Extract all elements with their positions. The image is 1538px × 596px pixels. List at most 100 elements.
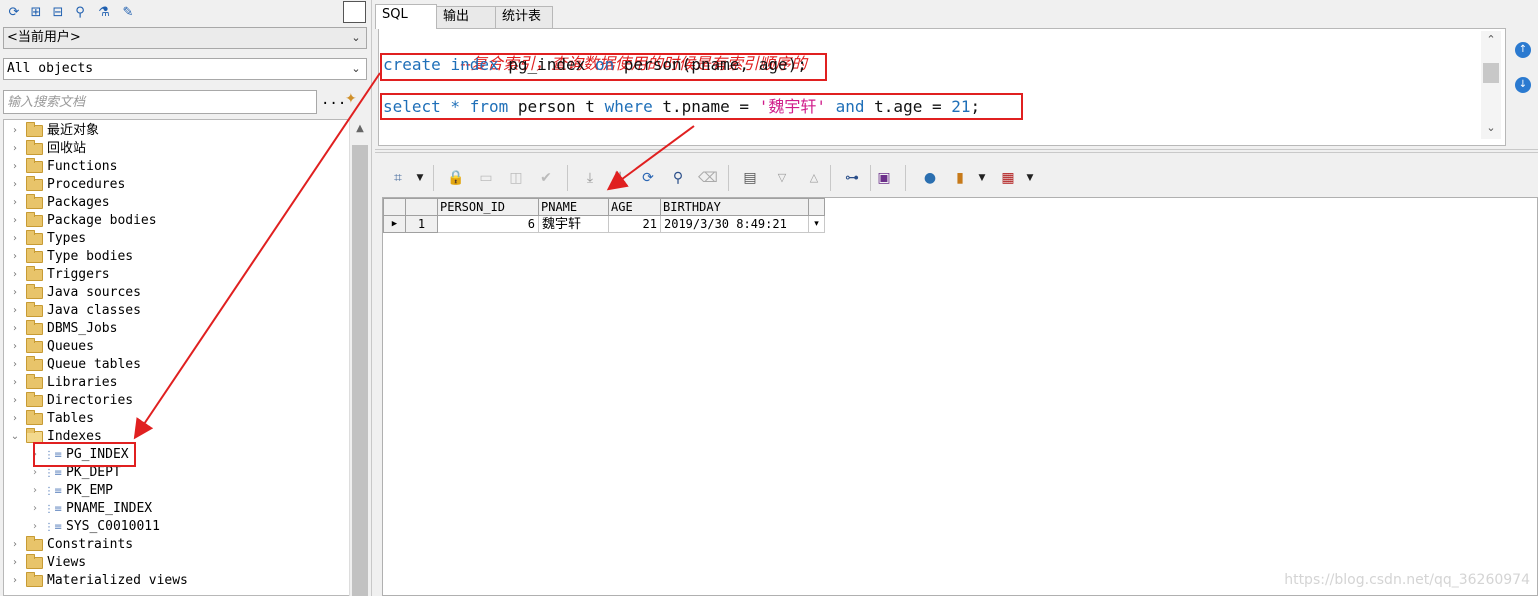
chevron-right-icon[interactable]: › [10, 320, 20, 338]
search-icon[interactable]: ✦ [345, 91, 367, 113]
single-record-view-icon[interactable]: ▤ [740, 168, 760, 188]
tab-sql[interactable]: SQL [375, 4, 437, 29]
collapse-all-icon[interactable]: ⊟ [49, 3, 67, 21]
cell-person-id[interactable]: 6 [437, 215, 539, 233]
chevron-down-icon[interactable]: ▼ [972, 168, 992, 188]
tree-item[interactable]: ⌄ Indexes [4, 428, 344, 446]
search-options-button[interactable]: ... [321, 93, 346, 111]
properties-icon[interactable]: ✎ [119, 3, 137, 21]
pane-splitter[interactable] [375, 149, 1538, 153]
scroll-up-icon[interactable]: ▲ [350, 123, 370, 134]
find-icon[interactable]: ⚲ [668, 168, 688, 188]
chevron-right-icon[interactable]: › [10, 572, 20, 590]
fetch-last-icon[interactable]: ⇊ [608, 168, 628, 188]
editor-scrollbar[interactable]: ⌃ ⌄ [1481, 31, 1501, 139]
tree-item[interactable]: › 回收站 [4, 140, 344, 158]
chevron-right-icon[interactable]: › [10, 536, 20, 554]
tree-scrollbar[interactable]: ▲ [349, 119, 369, 596]
filter-icon[interactable]: ⚗ [95, 3, 113, 21]
column-header[interactable]: PNAME [538, 198, 609, 216]
tree-item[interactable]: › Tables [4, 410, 344, 428]
next-record-icon[interactable]: ▽ [772, 168, 792, 188]
clear-icon[interactable]: ⌫ [698, 168, 718, 188]
tree-item[interactable]: › Package bodies [4, 212, 344, 230]
find-icon[interactable]: ⚲ [71, 3, 89, 21]
tree-item[interactable]: › Procedures [4, 176, 344, 194]
chevron-right-icon[interactable]: › [10, 212, 20, 230]
chevron-right-icon[interactable]: › [10, 248, 20, 266]
result-grid[interactable]: PERSON_ID PNAME AGE BIRTHDAY ▶ 1 6 魏宇轩 2… [382, 197, 1538, 596]
chevron-right-icon[interactable]: › [10, 122, 20, 140]
tree-item[interactable]: › Type bodies [4, 248, 344, 266]
scroll-up-icon[interactable]: ⌃ [1481, 33, 1501, 46]
post-changes-icon[interactable]: ✔ [536, 168, 556, 188]
next-arrow-icon[interactable]: ↓ [1515, 77, 1531, 93]
sql-editor[interactable]: --复合索引，查询数据使用的时候是有索引顺序的 create index pg_… [378, 28, 1506, 146]
search-input[interactable] [3, 90, 317, 114]
tree-item[interactable]: › Constraints [4, 536, 344, 554]
select-columns-icon[interactable]: ⌗ [388, 168, 408, 188]
chevron-right-icon[interactable]: › [10, 356, 20, 374]
chevron-right-icon[interactable]: › [10, 158, 20, 176]
tree-item-index[interactable]: › ⋮≡ PK_EMP [4, 482, 344, 500]
table-row[interactable]: ▶ 1 6 魏宇轩 21 2019/3/30 8:49:21 ▾ [383, 215, 825, 233]
tab-statistics[interactable]: 统计表 [495, 6, 553, 28]
chevron-right-icon[interactable]: › [10, 338, 20, 356]
object-tree[interactable]: › 最近对象 › 回收站 › Functions › Procedures › Packages ›… [3, 119, 349, 596]
tree-item[interactable]: › Directories [4, 392, 344, 410]
chevron-down-icon[interactable]: ▼ [410, 168, 430, 188]
cell-age[interactable]: 21 [608, 215, 661, 233]
chevron-down-icon[interactable]: ▼ [1020, 168, 1040, 188]
scroll-thumb[interactable] [1483, 63, 1499, 83]
column-header[interactable]: BIRTHDAY [660, 198, 809, 216]
tree-item[interactable]: › Materialized views [4, 572, 344, 590]
tree-item-index[interactable]: › ⋮≡ PK_DEPT [4, 464, 344, 482]
column-header[interactable]: AGE [608, 198, 661, 216]
chevron-right-icon[interactable]: › [10, 392, 20, 410]
chevron-right-icon[interactable]: › [10, 140, 20, 158]
chevron-down-icon[interactable]: ⌄ [10, 428, 20, 446]
chevron-right-icon[interactable]: › [10, 410, 20, 428]
tree-item[interactable]: › Java sources [4, 284, 344, 302]
tree-item[interactable]: › Triggers [4, 266, 344, 284]
expand-all-icon[interactable]: ⊞ [27, 3, 45, 21]
export-icon[interactable]: ● [920, 168, 940, 188]
chart-icon[interactable]: ▮ [950, 168, 970, 188]
tree-item-index[interactable]: › ⋮≡ SYS_C0010011 [4, 518, 344, 536]
lock-icon[interactable]: 🔒 [446, 168, 466, 188]
previous-arrow-icon[interactable]: ↑ [1515, 42, 1531, 58]
tree-item[interactable]: › Packages [4, 194, 344, 212]
column-header[interactable]: PERSON_ID [437, 198, 539, 216]
chevron-right-icon[interactable]: › [30, 500, 40, 518]
tree-item[interactable]: › Libraries [4, 374, 344, 392]
chevron-right-icon[interactable]: › [10, 554, 20, 572]
tree-item-index[interactable]: › ⋮≡ PNAME_INDEX [4, 500, 344, 518]
previous-record-icon[interactable]: △ [804, 168, 824, 188]
tree-item[interactable]: › Queue tables [4, 356, 344, 374]
tree-item[interactable]: › Types [4, 230, 344, 248]
insert-record-icon[interactable]: ▭ [476, 168, 496, 188]
chevron-right-icon[interactable]: › [10, 284, 20, 302]
tree-item[interactable]: › 最近对象 [4, 122, 344, 140]
chevron-right-icon[interactable]: › [10, 302, 20, 320]
cell-pname[interactable]: 魏宇轩 [538, 215, 609, 233]
tree-item[interactable]: › Queues [4, 338, 344, 356]
save-icon[interactable]: ▣ [874, 168, 894, 188]
chevron-right-icon[interactable]: › [30, 464, 40, 482]
object-filter-select[interactable]: All objects ⌄ [3, 58, 367, 80]
scroll-down-icon[interactable]: ⌄ [1481, 121, 1501, 134]
user-select[interactable]: <当前用户> ⌄ [3, 27, 367, 49]
cell-birthday[interactable]: 2019/3/30 8:49:21 [660, 215, 809, 233]
chevron-right-icon[interactable]: › [10, 266, 20, 284]
chevron-right-icon[interactable]: › [10, 374, 20, 392]
tree-item[interactable]: › Functions [4, 158, 344, 176]
refresh-icon[interactable]: ⟳ [5, 3, 23, 21]
fetch-next-icon[interactable]: ⤓ [580, 168, 600, 188]
chevron-right-icon[interactable]: › [10, 176, 20, 194]
delete-record-icon[interactable]: ◫ [506, 168, 526, 188]
chevron-right-icon[interactable]: › [30, 482, 40, 500]
tree-item[interactable]: › Views [4, 554, 344, 572]
tree-item[interactable]: › Java classes [4, 302, 344, 320]
tab-output[interactable]: 输出 [436, 6, 496, 28]
tree-item-index[interactable]: › ⋮≡ PG_INDEX [4, 446, 344, 464]
